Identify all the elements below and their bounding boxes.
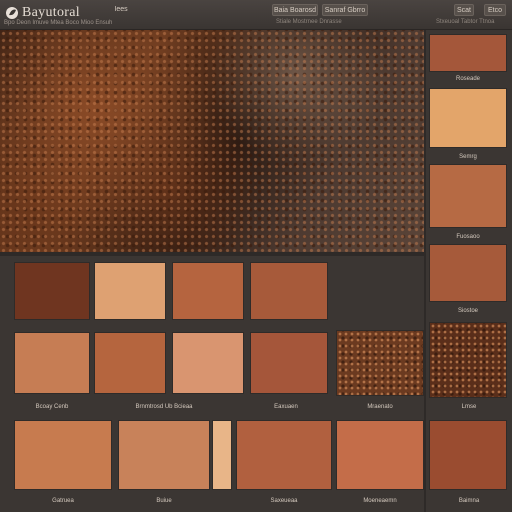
leaf-icon (6, 7, 18, 19)
toolbar-button-2[interactable]: Sanraf Gbrro (322, 4, 368, 16)
swatch-r2-2[interactable] (94, 332, 166, 394)
swatch-r3-4[interactable] (236, 420, 332, 490)
swatch-r1-2[interactable] (94, 262, 166, 320)
swatch-r2-3[interactable] (172, 332, 244, 394)
hero-image (0, 30, 424, 252)
swatch-right-3[interactable] (429, 164, 507, 228)
swatch-r3-5[interactable] (336, 420, 424, 490)
toolbar-subtext-2: Stxeuoal Tabtor Ttnoa (436, 19, 495, 25)
swatch-r3-3[interactable] (212, 420, 232, 490)
top-bar: Bayutoral Bpo Deon Imuve Mtea Boco Mioo … (0, 0, 512, 30)
swatch-right-5[interactable] (429, 322, 507, 398)
swatch-r3-5-label: Moeneaemn (363, 498, 397, 504)
swatch-r3-4-label: Saxeueaa (270, 498, 298, 504)
swatch-right-2-label: Semrg (459, 154, 477, 160)
swatch-r2-4-label: Mraenato (367, 404, 393, 410)
swatch-right-4[interactable] (429, 244, 507, 302)
swatch-r2-1[interactable] (14, 332, 90, 394)
toolbar-button-4[interactable]: Etco (484, 4, 506, 16)
row-divider (0, 252, 424, 256)
swatch-right-1[interactable] (429, 34, 507, 72)
swatch-r2-5[interactable] (336, 330, 424, 396)
swatch-r2-2-label: Brnmtrosd Ub Bcieaa (135, 404, 193, 410)
column-divider (424, 30, 426, 512)
swatch-r1-3[interactable] (172, 262, 244, 320)
swatch-r3-1[interactable] (14, 420, 112, 490)
swatch-right-4-label: Siostoe (457, 308, 478, 314)
swatch-r3-2[interactable] (118, 420, 210, 490)
swatch-r3-1-label: Gatruea (52, 498, 74, 504)
swatch-r2-5-label: Lmse (461, 404, 477, 410)
toolbar-button-1[interactable]: Baia Boarosd (272, 4, 318, 16)
swatch-right-3-label: Fuosaoo (456, 234, 480, 240)
hero-texture (0, 30, 424, 252)
toolbar-button-3[interactable]: Scat (454, 4, 474, 16)
swatch-r2-3-label: Eaxuaen (274, 404, 298, 410)
sub-navigation[interactable]: Bpo Deon Imuve Mtea Boco Mioo Ensuh (4, 20, 112, 26)
swatch-right-6-label: Baimna (458, 498, 480, 504)
swatch-r3-2-label: Buiue (156, 498, 172, 504)
swatch-right-1-label: Roseade (455, 76, 481, 82)
swatch-r2-1-label: Bcoay Cenb (35, 404, 69, 410)
toolbar-subtext-1: Stiale Mostrnee Dnrasse (276, 19, 342, 25)
swatch-r2-4[interactable] (250, 332, 328, 394)
swatch-right-2[interactable] (429, 88, 507, 148)
swatch-r1-4[interactable] (250, 262, 328, 320)
nav-item[interactable]: Iees (112, 4, 130, 16)
swatch-right-6[interactable] (429, 420, 507, 490)
app-title: Bayutoral (22, 5, 80, 20)
swatch-r1-1[interactable] (14, 262, 90, 320)
